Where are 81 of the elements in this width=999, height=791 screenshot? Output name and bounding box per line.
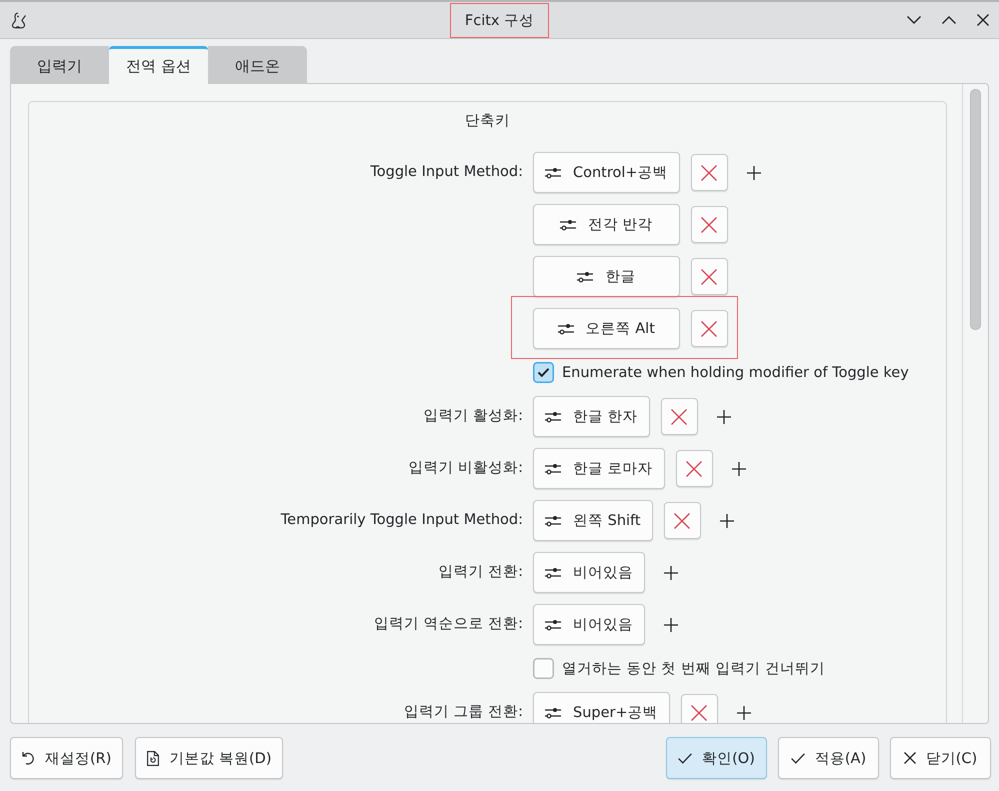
close-button[interactable]: 닫기(C) — [890, 737, 991, 779]
sliders-icon — [545, 462, 561, 474]
window-title: Fcitx 구성 — [464, 12, 534, 28]
x-icon — [701, 268, 718, 284]
x-icon — [701, 216, 718, 232]
delete-button[interactable] — [660, 398, 698, 435]
sliders-icon — [545, 166, 561, 178]
x-icon — [701, 164, 718, 180]
plus-icon — [732, 462, 746, 476]
chevron-up-icon[interactable] — [942, 16, 956, 24]
x-icon — [686, 460, 702, 476]
plus-icon — [664, 566, 678, 580]
document-icon — [147, 750, 160, 766]
x-icon — [691, 704, 708, 720]
sliders-icon — [560, 218, 576, 230]
delete-button[interactable] — [664, 502, 701, 539]
close-icon[interactable] — [977, 14, 989, 26]
field-label: 입력기 전환: — [438, 563, 523, 582]
delete-button[interactable] — [690, 154, 728, 191]
delete-button[interactable] — [690, 310, 728, 347]
key-binding-button[interactable]: 한글 로마자 — [533, 448, 665, 489]
delete-button[interactable] — [690, 258, 728, 295]
group-title: 단축키 — [465, 112, 510, 131]
key-binding-button[interactable]: 한글 — [533, 256, 680, 297]
scrollbar-thumb[interactable] — [970, 89, 981, 330]
plus-icon — [736, 706, 751, 720]
add-button[interactable] — [730, 460, 747, 476]
add-button[interactable] — [663, 616, 679, 632]
key-binding-button[interactable]: 전각 반각 — [533, 204, 680, 245]
plus-icon — [720, 514, 734, 528]
key-binding-button[interactable]: 한글 한자 — [533, 396, 650, 437]
plus-icon — [664, 618, 678, 632]
plus-icon — [746, 166, 761, 180]
key-binding-button[interactable]: Control+공백 — [533, 152, 680, 193]
reset-button[interactable]: 재설정(R) — [10, 737, 124, 779]
add-button[interactable] — [746, 164, 762, 180]
x-icon — [674, 512, 690, 528]
delete-button[interactable] — [676, 450, 713, 487]
checkbox-label: Enumerate when holding modifier of Toggle key — [562, 364, 909, 380]
field-label: 입력기 활성화: — [424, 407, 523, 426]
x-icon — [671, 408, 688, 424]
key-binding-button[interactable]: Super+공백 — [533, 692, 670, 723]
sliders-icon — [545, 514, 561, 526]
field-label: 입력기 비활성화: — [408, 459, 523, 478]
tab[interactable]: 전역 옵션 — [109, 46, 208, 84]
sliders-icon — [558, 322, 574, 334]
key-binding-button[interactable]: 오른쪽 Alt — [533, 308, 680, 349]
sliders-icon — [545, 706, 561, 718]
checkbox-label: 열거하는 동안 첫 번째 입력기 건너뛰기 — [562, 660, 826, 678]
add-button[interactable] — [663, 564, 679, 580]
field-label: Temporarily Toggle Input Method: — [280, 511, 523, 530]
field-label: 입력기 역순으로 전환: — [374, 615, 523, 634]
sliders-icon — [545, 410, 561, 422]
field-label: 입력기 그룹 전환: — [404, 703, 523, 722]
key-binding-button[interactable]: 왼쪽 Shift — [533, 500, 653, 541]
checkmark-icon — [678, 752, 692, 764]
key-binding-button[interactable]: 비어있음 — [533, 552, 645, 593]
add-button[interactable] — [716, 408, 732, 424]
sliders-icon — [545, 618, 561, 630]
chevron-down-icon[interactable] — [907, 16, 921, 24]
tab[interactable]: 입력기 — [10, 46, 109, 84]
tab[interactable]: 애드온 — [208, 46, 307, 84]
undo-icon — [22, 751, 35, 765]
add-button[interactable] — [736, 704, 752, 720]
checkbox[interactable] — [533, 658, 554, 679]
key-binding-button[interactable]: 비어있음 — [533, 604, 645, 645]
ok-button[interactable]: 확인(O) — [666, 737, 767, 779]
plus-icon — [716, 410, 731, 424]
checkbox[interactable] — [533, 362, 554, 383]
add-button[interactable] — [718, 512, 735, 528]
field-label: Toggle Input Method: — [370, 163, 523, 182]
sliders-icon — [577, 270, 594, 282]
close-icon — [904, 752, 916, 764]
delete-button[interactable] — [680, 694, 718, 723]
apply-button[interactable]: 적용(A) — [778, 737, 879, 779]
sliders-icon — [545, 566, 561, 578]
penguin-icon — [11, 12, 27, 28]
delete-button[interactable] — [690, 206, 728, 243]
restore-defaults-button[interactable]: 기본값 복원(D) — [135, 737, 284, 779]
checkmark-icon — [790, 752, 805, 764]
x-icon — [701, 320, 718, 336]
